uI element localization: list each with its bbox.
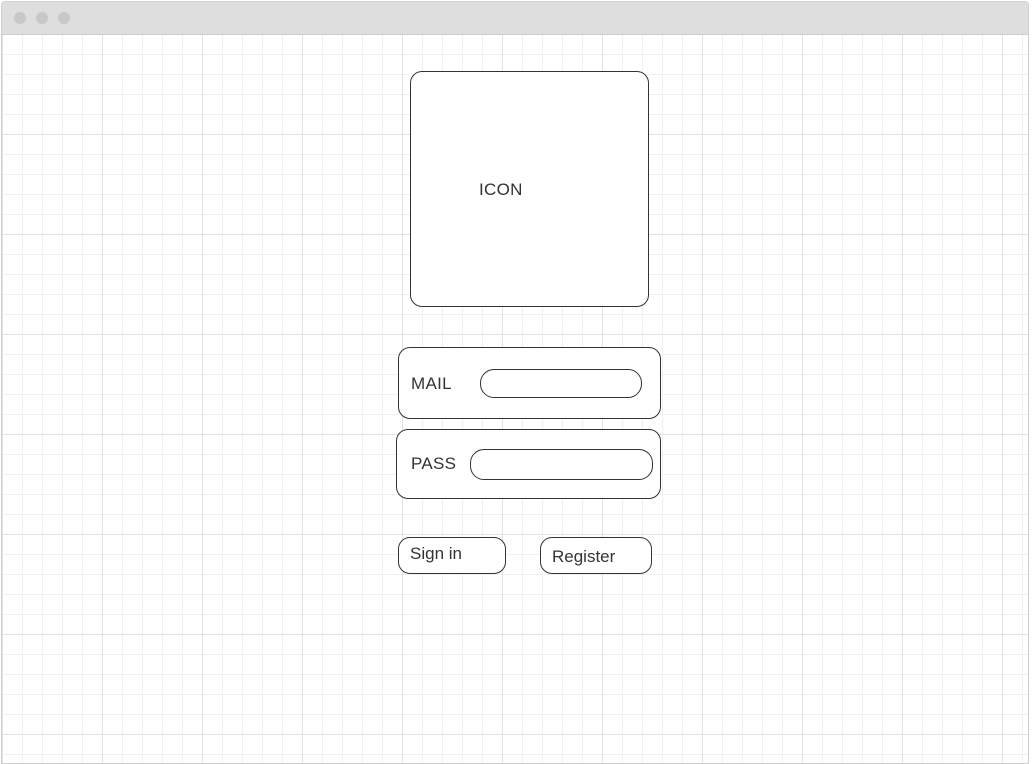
grid-canvas: ICON MAIL PASS Sign in Register [2, 35, 1028, 763]
icon-placeholder-label: ICON [479, 180, 523, 199]
app-window: ICON MAIL PASS Sign in Register [1, 1, 1029, 764]
register-button[interactable]: Register [540, 537, 652, 574]
mail-field-group: MAIL [398, 347, 661, 419]
pass-field-group: PASS [396, 429, 661, 499]
window-close-dot[interactable] [14, 12, 26, 24]
window-maximize-dot[interactable] [58, 12, 70, 24]
pass-label: PASS [411, 454, 457, 473]
mail-label: MAIL [411, 374, 452, 393]
pass-input[interactable] [470, 449, 653, 480]
window-titlebar [2, 2, 1028, 35]
window-minimize-dot[interactable] [36, 12, 48, 24]
register-button-label: Register [552, 547, 616, 566]
mail-input[interactable] [480, 369, 642, 398]
sign-in-button[interactable]: Sign in [398, 537, 506, 574]
sign-in-button-label: Sign in [410, 544, 462, 563]
app-icon-placeholder: ICON [410, 71, 649, 307]
